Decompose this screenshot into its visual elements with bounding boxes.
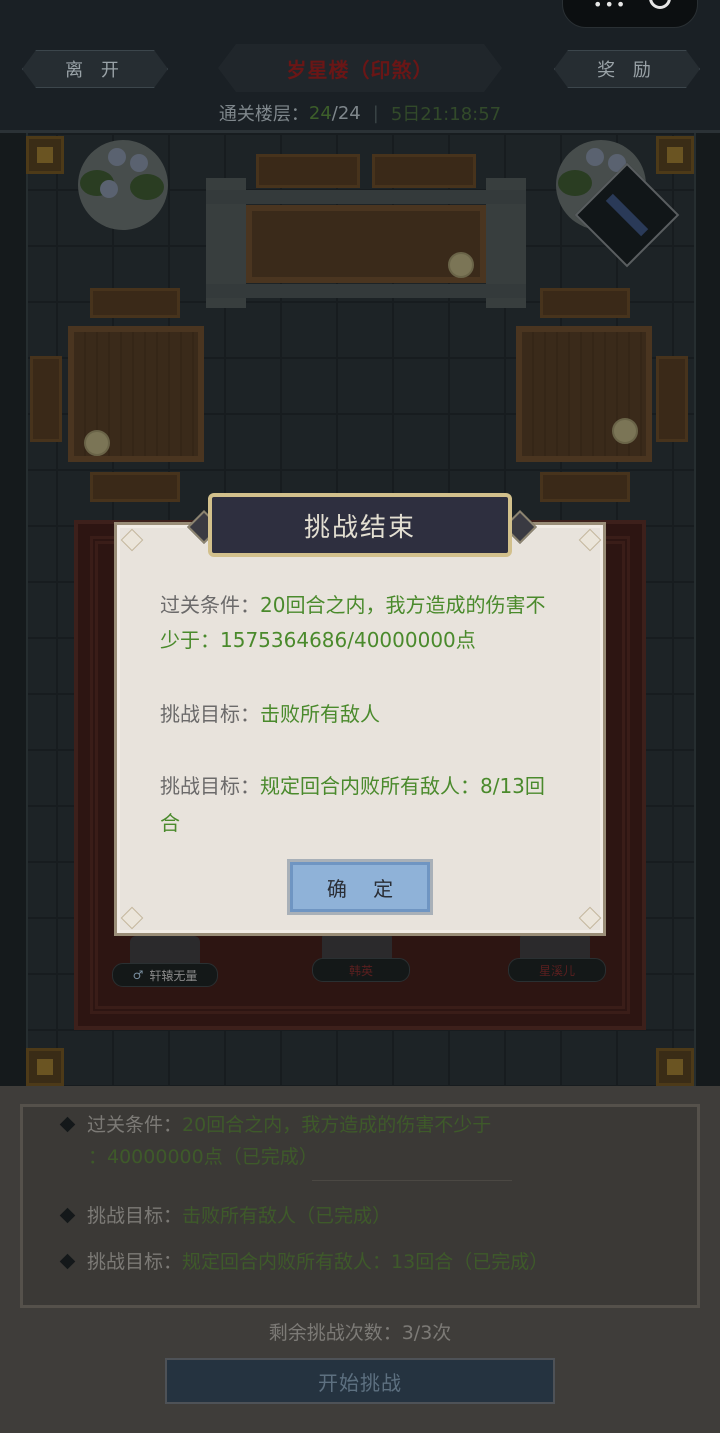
- lantern-icon: [656, 1048, 694, 1086]
- condition-value: 击败所有敌人（已完成）: [182, 1205, 392, 1227]
- flower-pot: [78, 140, 168, 230]
- start-challenge-button[interactable]: 开始挑战: [165, 1358, 555, 1404]
- stage-title: 岁星楼（印煞）: [218, 44, 502, 92]
- condition-item: 挑战目标：规定回合内败所有敌人：13回合（已完成）: [59, 1246, 549, 1278]
- divider: [312, 1180, 512, 1181]
- hero-name: 轩辕无量: [149, 968, 198, 983]
- lantern-icon: [26, 136, 64, 174]
- stone-beam: [206, 284, 526, 298]
- mini-program-capsule[interactable]: •••: [562, 0, 698, 28]
- condition-item: 挑战目标：击败所有敌人（已完成）: [59, 1200, 392, 1232]
- hero-portrait[interactable]: [130, 936, 200, 964]
- tea-cup-icon: [448, 252, 474, 278]
- dialog-title: 挑战结束: [208, 493, 512, 557]
- hero-name: 韩英: [348, 963, 373, 978]
- dialog-value: 击败所有敌人: [260, 702, 380, 726]
- tea-cup-icon: [612, 418, 638, 444]
- close-target-icon[interactable]: [649, 0, 671, 9]
- dialog-label: 过关条件：: [160, 593, 260, 617]
- condition-value: ：40000000点（已完成）: [88, 1146, 318, 1168]
- dialog-goal-cont: 合: [160, 805, 570, 841]
- dialog-value: 规定回合内败所有敌人：8/13回: [260, 774, 545, 798]
- condition-label: 挑战目标：: [87, 1205, 183, 1227]
- dialog-goal: 挑战目标：击败所有敌人: [160, 696, 570, 732]
- condition-item-cont: ：40000000点（已完成）: [88, 1141, 318, 1173]
- condition-label: 挑战目标：: [87, 1251, 183, 1273]
- tea-cup-icon: [84, 430, 110, 456]
- stone-beam: [206, 190, 526, 204]
- remaining-attempts: 剩余挑战次数：3/3次: [268, 1322, 452, 1344]
- floor-total: /24: [331, 102, 361, 124]
- floor-progress: 通关楼层： 24 /24 | 5日21:18:57: [0, 100, 720, 126]
- dialog-condition-cont: 少于：1575364686/40000000点: [160, 622, 570, 658]
- right-wall: [694, 133, 720, 1093]
- dialog-value: 20回合之内，我方造成的伤害不: [260, 593, 546, 617]
- condition-value: 20回合之内，我方造成的伤害不少于: [182, 1114, 492, 1136]
- floor-current: 24: [308, 102, 332, 124]
- diamond-bullet-icon: [59, 1207, 76, 1224]
- lantern-icon: [26, 1048, 64, 1086]
- dialog-value: 合: [160, 811, 180, 835]
- leave-button[interactable]: 离 开: [22, 50, 168, 88]
- male-icon: ♂: [132, 968, 144, 982]
- dialog-label: 挑战目标：: [160, 702, 260, 726]
- lantern-icon: [656, 136, 694, 174]
- reset-timer: 5日21:18:57: [390, 104, 502, 125]
- bench: [656, 356, 688, 442]
- left-wall: [0, 133, 28, 1093]
- hero-name: 星溪儿: [538, 963, 575, 978]
- condition-value: 规定回合内败所有敌人：13回合（已完成）: [182, 1251, 549, 1273]
- bench: [30, 356, 62, 442]
- hero-name-tag: 韩英: [312, 958, 410, 982]
- bench: [90, 472, 180, 502]
- condition-item: 过关条件：20回合之内，我方造成的伤害不少于: [59, 1109, 492, 1141]
- hero-portrait[interactable]: [322, 932, 392, 960]
- more-icon[interactable]: •••: [593, 0, 627, 14]
- bench: [540, 288, 630, 318]
- diamond-bullet-icon: [59, 1116, 76, 1133]
- floor-label: 通关楼层：: [218, 104, 309, 125]
- reward-button[interactable]: 奖 励: [554, 50, 700, 88]
- condition-label: 过关条件：: [87, 1114, 183, 1136]
- bench: [372, 154, 476, 188]
- diamond-bullet-icon: [59, 1253, 76, 1270]
- hero-portrait[interactable]: [520, 932, 590, 960]
- bench: [256, 154, 360, 188]
- dialog-goal: 挑战目标：规定回合内败所有敌人：8/13回: [160, 768, 570, 804]
- dialog-condition: 过关条件：20回合之内，我方造成的伤害不: [160, 587, 570, 623]
- confirm-button[interactable]: 确 定: [287, 859, 433, 915]
- divider: |: [372, 102, 379, 124]
- dialog-label: 挑战目标：: [160, 774, 260, 798]
- sword-icon: [605, 193, 649, 237]
- dialog-value: 少于：1575364686/40000000点: [160, 628, 476, 652]
- hero-name-tag: 星溪儿: [508, 958, 606, 982]
- bench: [540, 472, 630, 502]
- hero-name-tag: ♂ 轩辕无量: [112, 963, 218, 987]
- bench: [90, 288, 180, 318]
